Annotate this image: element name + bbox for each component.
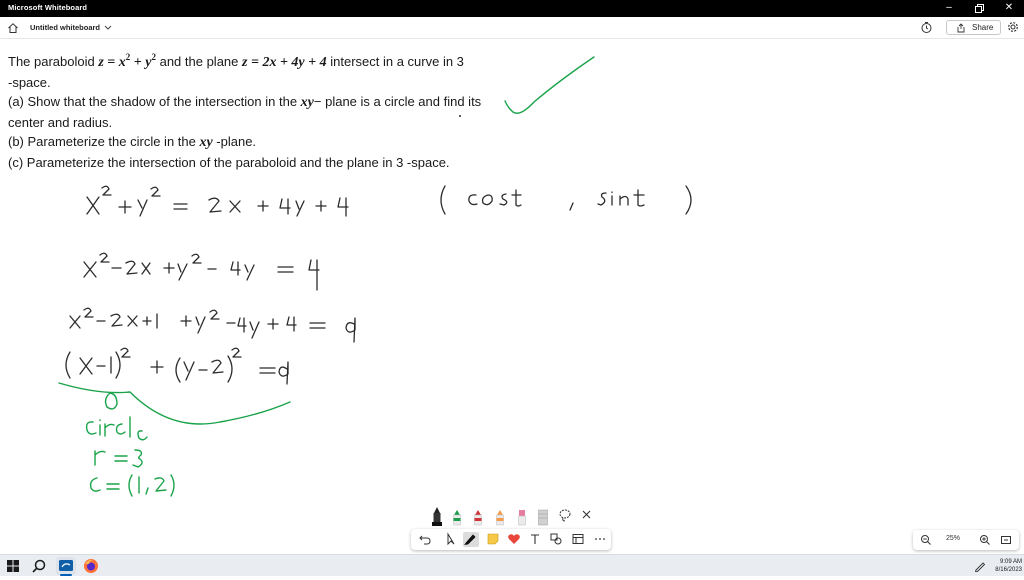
- underline-stroke: [58, 382, 291, 425]
- clock-time: 9:09 AM: [999, 559, 1022, 565]
- more-icon: [595, 538, 605, 540]
- pen-icon: [464, 534, 476, 546]
- sticky-note-button[interactable]: [486, 532, 500, 546]
- text-button[interactable]: [528, 532, 542, 546]
- close-icon[interactable]: [581, 509, 592, 520]
- templates-icon: [572, 534, 584, 544]
- black-pen-icon[interactable]: [430, 506, 444, 526]
- sticky-note-icon: [487, 533, 499, 545]
- whiteboard-app-icon: [59, 560, 73, 571]
- green-pen-icon[interactable]: [450, 506, 464, 526]
- highlighter-icon[interactable]: [536, 506, 550, 526]
- select-icon: [447, 532, 455, 546]
- ink-palette: [422, 503, 602, 527]
- ink-parametrization: [440, 185, 692, 215]
- ink-equation-2: [83, 252, 320, 291]
- heart-icon: [508, 534, 520, 544]
- ink-equation-4: [65, 347, 289, 385]
- undo-icon: [419, 535, 431, 545]
- lasso-icon[interactable]: [558, 508, 572, 522]
- zoom-level[interactable]: 25%: [946, 535, 960, 542]
- text-icon: [531, 534, 539, 544]
- shapes-button[interactable]: [549, 532, 563, 546]
- pen-menu-icon[interactable]: [974, 560, 986, 572]
- select-button[interactable]: [444, 532, 458, 546]
- bottom-toolbar: [411, 529, 611, 550]
- ink-layer: [58, 56, 692, 497]
- zoom-bar: 25%: [913, 530, 1019, 550]
- ink-equation-1: [86, 185, 349, 217]
- ink-center: [89, 474, 175, 497]
- red-pen-icon[interactable]: [471, 506, 485, 526]
- pen-tool-button[interactable]: [463, 532, 479, 547]
- zoom-in-icon[interactable]: [979, 534, 991, 546]
- reaction-button[interactable]: [507, 532, 521, 546]
- templates-button[interactable]: [571, 532, 585, 546]
- clock-date: 8/16/2023: [995, 567, 1022, 573]
- ink-word-circle: [85, 416, 148, 441]
- taskbar: 9:09 AM 8/16/2023: [0, 554, 1024, 576]
- shapes-icon: [550, 533, 562, 545]
- windows-start-icon[interactable]: [6, 559, 20, 573]
- pink-pen-icon[interactable]: [515, 506, 529, 526]
- ink-equation-3: [69, 307, 356, 343]
- undo-button[interactable]: [418, 532, 432, 546]
- system-clock[interactable]: 9:09 AM 8/16/2023: [990, 558, 1022, 574]
- zoom-out-icon[interactable]: [920, 534, 932, 546]
- fit-to-screen-icon[interactable]: [1000, 534, 1012, 546]
- firefox-icon[interactable]: [82, 557, 100, 575]
- search-icon[interactable]: [31, 558, 47, 574]
- more-button[interactable]: [593, 532, 607, 546]
- whiteboard-taskbar-app[interactable]: [56, 557, 76, 575]
- orange-pen-icon[interactable]: [493, 506, 507, 526]
- checkmark-stroke: [504, 56, 595, 114]
- ink-radius: [94, 449, 143, 468]
